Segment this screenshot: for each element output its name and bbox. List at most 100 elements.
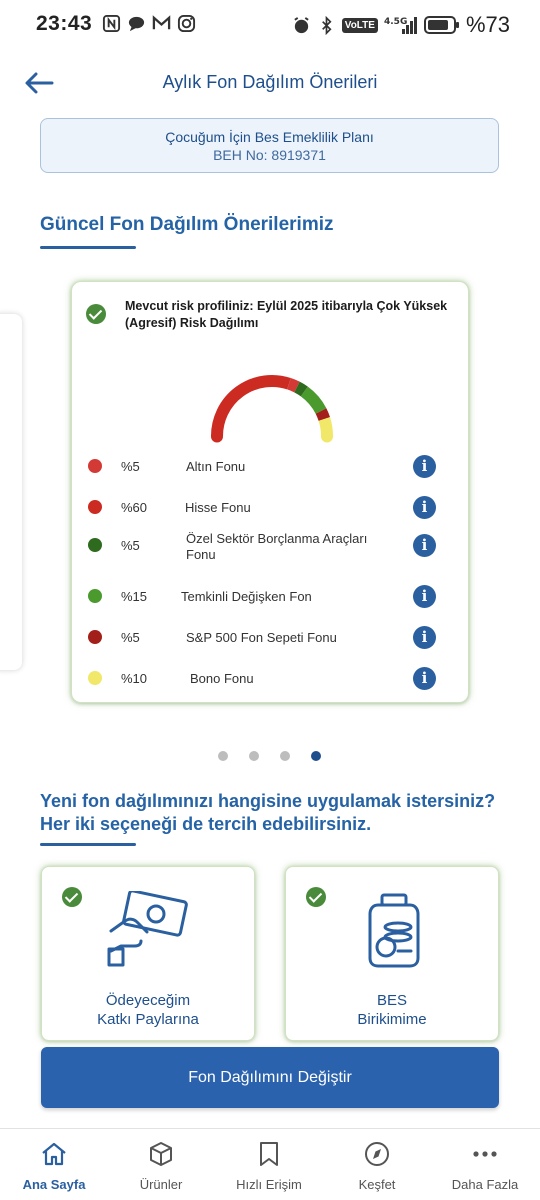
nav-quick-access[interactable]: Hızlı Erişim bbox=[219, 1141, 319, 1192]
fund-color-dot bbox=[88, 459, 102, 473]
info-icon[interactable]: i bbox=[413, 667, 436, 690]
nfc-icon bbox=[102, 14, 121, 33]
system-indicators: VoLTE 4.5G %73 bbox=[292, 12, 510, 38]
pager-dot[interactable] bbox=[311, 751, 321, 761]
gauge-segment bbox=[211, 375, 291, 437]
fund-row: %15 Temkinli Değişken Fon i bbox=[72, 583, 470, 617]
gauge-segment bbox=[287, 377, 300, 393]
info-icon[interactable]: i bbox=[413, 626, 436, 649]
option-label-line2: Katkı Paylarına bbox=[97, 1011, 199, 1028]
compass-icon bbox=[365, 1142, 389, 1166]
signal-icon: 4.5G bbox=[384, 17, 417, 34]
option-label-line2: Birikimime bbox=[357, 1011, 427, 1028]
page-title: Aylık Fon Dağılım Önerileri bbox=[162, 72, 378, 92]
payment-hand-icon bbox=[107, 891, 188, 967]
nav-label: Keşfet bbox=[358, 1177, 396, 1192]
savings-jar-icon bbox=[368, 893, 420, 968]
info-icon[interactable]: i bbox=[413, 496, 436, 519]
instagram-icon bbox=[177, 14, 196, 33]
volte-badge: VoLTE bbox=[341, 17, 378, 33]
fund-row: %60 Hisse Fonu i bbox=[72, 494, 470, 528]
fund-row: %5 Özel Sektör Borçlanma Araçları Fonu i bbox=[72, 531, 470, 566]
section-title: Güncel Fon Dağılım Önerilerimiz bbox=[40, 214, 334, 235]
status-bar: 23:43 VoLTE 4.5G %73 bbox=[0, 0, 540, 52]
battery-percent: %73 bbox=[465, 12, 510, 37]
home-icon bbox=[42, 1142, 66, 1166]
battery-icon bbox=[423, 16, 459, 34]
fund-color-dot bbox=[88, 500, 102, 514]
option-label-line1: Ödeyeceğim bbox=[105, 992, 191, 1009]
cube-icon bbox=[150, 1142, 172, 1166]
check-icon bbox=[306, 887, 326, 907]
fund-row: %5 Altın Fonu i bbox=[72, 453, 470, 487]
fund-percentage: %5 bbox=[121, 630, 140, 645]
fund-row: %10 Bono Fonu i bbox=[72, 665, 470, 699]
svg-text:4.5G: 4.5G bbox=[384, 17, 407, 27]
option-contributions-label: Ödeyeceğim Katkı Paylarına bbox=[42, 991, 254, 1029]
bluetooth-icon bbox=[321, 15, 332, 35]
info-icon[interactable]: i bbox=[413, 585, 436, 608]
pager-dot[interactable] bbox=[280, 751, 290, 761]
info-icon[interactable]: i bbox=[413, 455, 436, 478]
plan-name: Çocuğum İçin Bes Emeklilik Planı bbox=[165, 129, 374, 145]
fund-color-dot bbox=[88, 630, 102, 644]
nav-label: Daha Fazla bbox=[451, 1177, 519, 1192]
fund-percentage: %60 bbox=[121, 500, 148, 515]
plan-info-card: Çocuğum İçin Bes Emeklilik Planı BEH No:… bbox=[40, 118, 499, 173]
gauge-segment bbox=[300, 386, 327, 414]
risk-distribution-card: Mevcut risk profiliniz: Eylül 2025 itiba… bbox=[71, 281, 469, 703]
fund-color-dot bbox=[88, 671, 102, 685]
gauge-segment bbox=[315, 408, 331, 421]
check-icon bbox=[86, 304, 106, 324]
section-underline bbox=[40, 246, 136, 249]
check-icon bbox=[62, 887, 82, 907]
bottom-navigation: Ana Sayfa Ürünler Hızlı Erişim Keşfet Da… bbox=[0, 1128, 540, 1200]
fund-color-dot bbox=[88, 538, 102, 552]
nav-label: Ürünler bbox=[139, 1177, 183, 1192]
fund-name: Bono Fonu bbox=[190, 671, 254, 686]
nav-home[interactable]: Ana Sayfa bbox=[4, 1141, 104, 1192]
option-label-line1: BES bbox=[376, 992, 407, 1009]
fund-percentage: %10 bbox=[121, 671, 148, 686]
risk-gauge bbox=[211, 375, 334, 443]
option-contributions-card[interactable]: Ödeyeceğim Katkı Paylarına bbox=[41, 866, 255, 1041]
nav-more[interactable]: Daha Fazla bbox=[435, 1141, 535, 1192]
change-distribution-button[interactable]: Fon Dağılımını Değiştir bbox=[41, 1047, 499, 1108]
fund-row: %5 S&P 500 Fon Sepeti Fonu i bbox=[72, 624, 470, 658]
apply-question: Yeni fon dağılımınızı hangisine uygulama… bbox=[40, 791, 496, 834]
carousel-pager bbox=[218, 751, 321, 761]
fund-name: Özel Sektör Borçlanma Araçları Fonu bbox=[186, 531, 368, 562]
fund-name: Temkinli Değişken Fon bbox=[181, 589, 312, 604]
pager-dot[interactable] bbox=[218, 751, 228, 761]
notification-icons bbox=[102, 14, 196, 33]
fund-color-dot bbox=[88, 589, 102, 603]
status-time: 23:43 bbox=[36, 12, 93, 35]
more-icon bbox=[473, 1151, 497, 1157]
chat-icon bbox=[128, 16, 145, 32]
bookmark-icon bbox=[260, 1142, 278, 1166]
pager-dot[interactable] bbox=[249, 751, 259, 761]
nav-label: Hızlı Erişim bbox=[236, 1177, 302, 1192]
gauge-end-cap bbox=[321, 430, 333, 443]
carousel-prev-card[interactable] bbox=[0, 314, 22, 670]
nav-products[interactable]: Ürünler bbox=[111, 1141, 211, 1192]
fund-name: Altın Fonu bbox=[186, 459, 246, 474]
gauge-segment bbox=[294, 381, 308, 397]
gmail-icon bbox=[152, 15, 171, 30]
info-icon[interactable]: i bbox=[413, 534, 436, 557]
option-savings-label: BES Birikimime bbox=[286, 991, 498, 1029]
nav-discover[interactable]: Keşfet bbox=[327, 1141, 427, 1192]
plan-beh-number: BEH No: 8919371 bbox=[213, 147, 326, 163]
alarm-icon bbox=[294, 16, 309, 33]
question-underline bbox=[40, 843, 136, 846]
risk-profile-text: Mevcut risk profiliniz: Eylül 2025 itiba… bbox=[125, 299, 448, 330]
fund-name: S&P 500 Fon Sepeti Fonu bbox=[186, 630, 337, 645]
option-savings-card[interactable]: BES Birikimime bbox=[285, 866, 499, 1041]
gauge-end-cap bbox=[211, 430, 223, 443]
fund-percentage: %15 bbox=[121, 589, 148, 604]
fund-percentage: %5 bbox=[121, 538, 140, 553]
fund-percentage: %5 bbox=[121, 459, 140, 474]
fund-name: Hisse Fonu bbox=[185, 500, 251, 515]
nav-label: Ana Sayfa bbox=[22, 1177, 86, 1192]
app-header: Aylık Fon Dağılım Önerileri bbox=[0, 60, 540, 106]
